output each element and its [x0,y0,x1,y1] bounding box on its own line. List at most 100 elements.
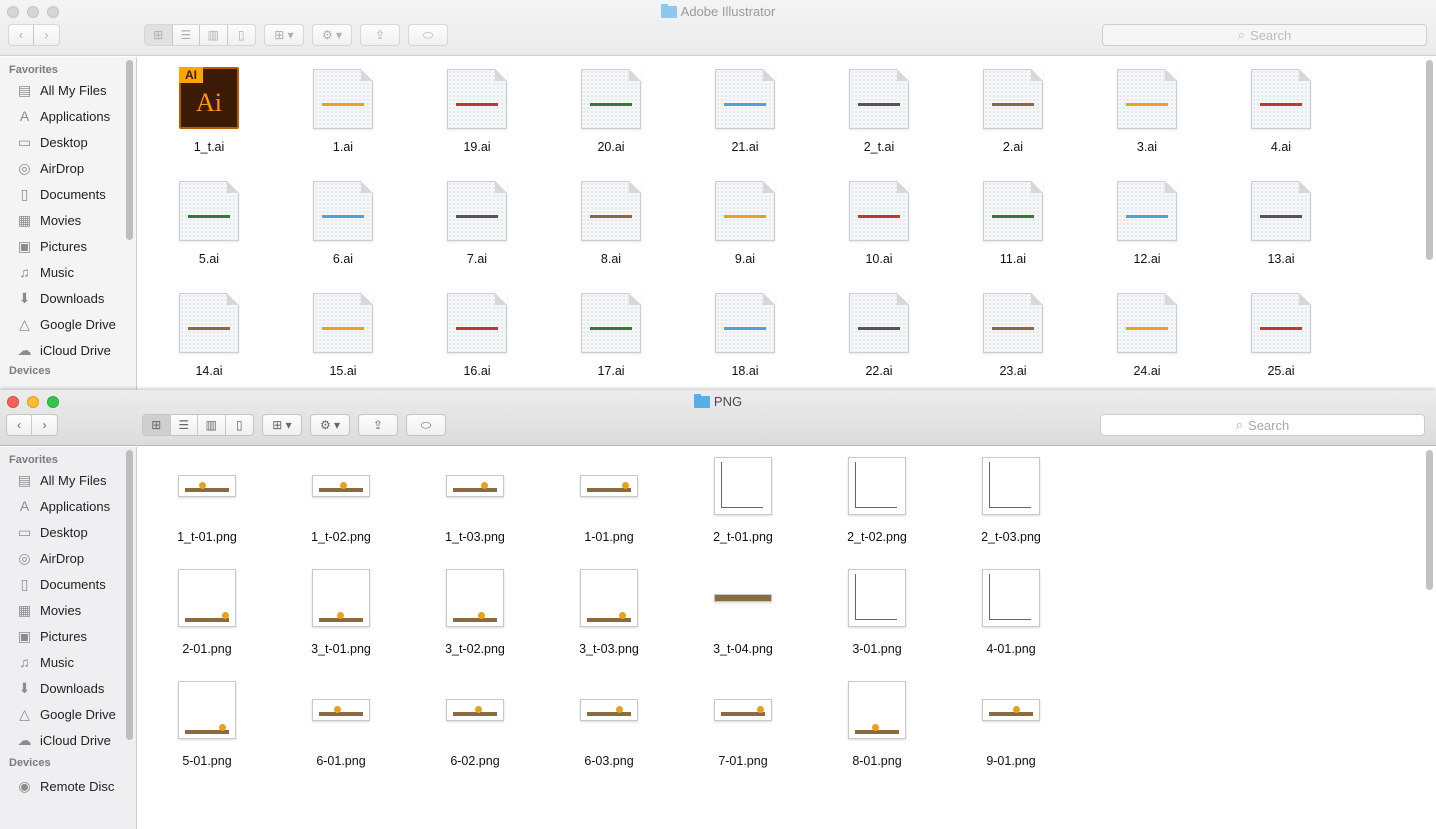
sidebar-item-remote-disc[interactable]: ◉ Remote Disc [0,773,136,799]
list-view-button[interactable]: ☰ [173,25,200,45]
file-item[interactable]: 6-02.png [410,677,540,768]
file-item[interactable]: 3-01.png [812,565,942,656]
file-item[interactable]: 11.ai [948,175,1078,266]
file-item[interactable]: 4-01.png [946,565,1076,656]
sidebar-item-documents[interactable]: ▯ Documents [0,181,136,207]
back-button[interactable]: ‹ [7,415,33,435]
file-item[interactable]: 2_t-01.png [678,453,808,544]
file-item[interactable]: 9.ai [680,175,810,266]
file-item[interactable]: 4.ai [1216,63,1346,154]
file-item[interactable]: 2.ai [948,63,1078,154]
search-field[interactable]: ⌕ Search [1100,414,1425,436]
file-item[interactable]: 2_t-02.png [812,453,942,544]
sidebar-item-documents[interactable]: ▯ Documents [0,571,136,597]
sidebar-item-downloads[interactable]: ⬇ Downloads [0,285,136,311]
file-item[interactable]: 15.ai [278,287,408,378]
file-item[interactable]: 3_t-03.png [544,565,674,656]
file-item[interactable]: 17.ai [546,287,676,378]
file-item[interactable]: 1_t-01.png [142,453,272,544]
tags-button[interactable]: ⬭ [406,414,446,436]
file-item[interactable]: 3_t-01.png [276,565,406,656]
file-item[interactable]: 1_t-02.png [276,453,406,544]
file-item[interactable]: 24.ai [1082,287,1212,378]
sidebar-item-pictures[interactable]: ▣ Pictures [0,623,136,649]
sidebar-item-desktop[interactable]: ▭ Desktop [0,129,136,155]
sidebar-item-music[interactable]: ♫ Music [0,259,136,285]
sidebar-scrollbar[interactable] [126,450,133,740]
file-item[interactable]: 5-01.png [142,677,272,768]
finder-window-png[interactable]: PNG ‹ › ⊞ ☰ ▥ ▯ ⊞ ▾ ⚙ ▾ ⇪ ⬭ ⌕ Search Fav… [0,390,1436,829]
back-button[interactable]: ‹ [9,25,35,45]
file-item[interactable]: 13.ai [1216,175,1346,266]
file-item[interactable]: 3.ai [1082,63,1212,154]
arrange-button[interactable]: ⊞ ▾ [262,414,302,436]
sidebar-item-downloads[interactable]: ⬇ Downloads [0,675,136,701]
tags-button[interactable]: ⬭ [408,24,448,46]
sidebar-item-music[interactable]: ♫ Music [0,649,136,675]
icon-view-button[interactable]: ⊞ [145,25,173,45]
sidebar-item-applications[interactable]: A Applications [0,493,136,519]
file-item[interactable]: 14.ai [144,287,274,378]
cover-flow-button[interactable]: ▯ [226,415,253,435]
file-item[interactable]: 16.ai [412,287,542,378]
file-item[interactable]: 21.ai [680,63,810,154]
forward-button[interactable]: › [32,415,57,435]
icon-view-button[interactable]: ⊞ [143,415,171,435]
file-item[interactable]: 2_t-03.png [946,453,1076,544]
sidebar-item-all-my-files[interactable]: ▤ All My Files [0,77,136,103]
file-item[interactable]: 6.ai [278,175,408,266]
file-item[interactable]: 7-01.png [678,677,808,768]
file-item[interactable]: 1.ai [278,63,408,154]
share-button[interactable]: ⇪ [358,414,398,436]
file-item[interactable]: 7.ai [412,175,542,266]
file-item[interactable]: 3_t-02.png [410,565,540,656]
sidebar-item-applications[interactable]: A Applications [0,103,136,129]
file-item[interactable]: 8-01.png [812,677,942,768]
sidebar-item-google-drive[interactable]: △ Google Drive [0,701,136,727]
share-button[interactable]: ⇪ [360,24,400,46]
search-field[interactable]: ⌕ Search [1102,24,1427,46]
forward-button[interactable]: › [34,25,59,45]
cover-flow-button[interactable]: ▯ [228,25,255,45]
file-item[interactable]: 3_t-04.png [678,565,808,656]
file-item[interactable]: 2-01.png [142,565,272,656]
content-scrollbar[interactable] [1426,60,1433,260]
sidebar-item-desktop[interactable]: ▭ Desktop [0,519,136,545]
column-view-button[interactable]: ▥ [198,415,226,435]
file-item[interactable]: 19.ai [412,63,542,154]
file-item[interactable]: AI Ai 1_t.ai [144,63,274,154]
column-view-button[interactable]: ▥ [200,25,228,45]
file-item[interactable]: 18.ai [680,287,810,378]
file-item[interactable]: 2_t.ai [814,63,944,154]
sidebar-item-airdrop[interactable]: ◎ AirDrop [0,545,136,571]
file-item[interactable]: 10.ai [814,175,944,266]
file-item[interactable]: 8.ai [546,175,676,266]
file-item[interactable]: 22.ai [814,287,944,378]
file-item[interactable]: 9-01.png [946,677,1076,768]
sidebar-item-google-drive[interactable]: △ Google Drive [0,311,136,337]
sidebar-item-icloud-drive[interactable]: ☁ iCloud Drive [0,337,136,363]
sidebar-scrollbar[interactable] [126,60,133,240]
file-item[interactable]: 6-03.png [544,677,674,768]
arrange-button[interactable]: ⊞ ▾ [264,24,304,46]
file-item[interactable]: 5.ai [144,175,274,266]
title-bar[interactable]: PNG ‹ › ⊞ ☰ ▥ ▯ ⊞ ▾ ⚙ ▾ ⇪ ⬭ ⌕ Search [0,390,1436,446]
file-item[interactable]: 12.ai [1082,175,1212,266]
file-item[interactable]: 1_t-03.png [410,453,540,544]
file-item[interactable]: 1-01.png [544,453,674,544]
sidebar-item-icloud-drive[interactable]: ☁ iCloud Drive [0,727,136,753]
sidebar-item-movies[interactable]: ▦ Movies [0,597,136,623]
sidebar-item-movies[interactable]: ▦ Movies [0,207,136,233]
list-view-button[interactable]: ☰ [171,415,198,435]
file-item[interactable]: 23.ai [948,287,1078,378]
file-item[interactable]: 25.ai [1216,287,1346,378]
content-scrollbar[interactable] [1426,450,1433,590]
file-item[interactable]: 20.ai [546,63,676,154]
file-item[interactable]: 6-01.png [276,677,406,768]
sidebar-item-airdrop[interactable]: ◎ AirDrop [0,155,136,181]
sidebar-item-pictures[interactable]: ▣ Pictures [0,233,136,259]
action-gear-button[interactable]: ⚙ ▾ [310,414,350,436]
action-gear-button[interactable]: ⚙ ▾ [312,24,352,46]
title-bar[interactable]: Adobe Illustrator ‹ › ⊞ ☰ ▥ ▯ ⊞ ▾ ⚙ ▾ ⇪ … [0,0,1436,56]
sidebar-item-all-my-files[interactable]: ▤ All My Files [0,467,136,493]
